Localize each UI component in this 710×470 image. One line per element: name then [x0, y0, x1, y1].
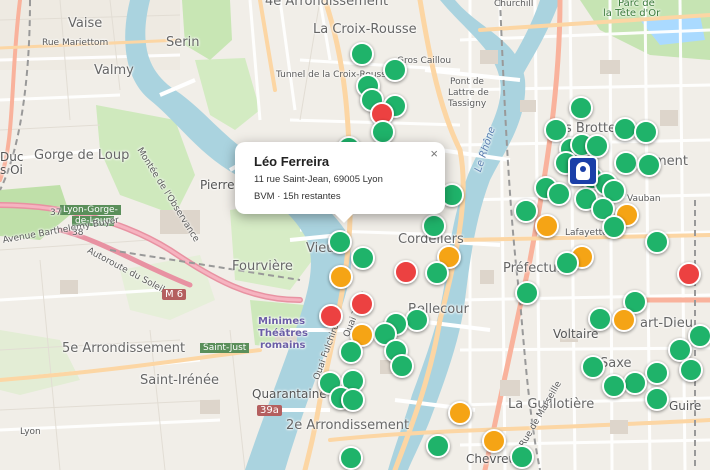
label-serin: Serin	[166, 35, 200, 50]
label-churchill: Churchill	[494, 0, 534, 9]
label-vaise: Vaise	[68, 16, 103, 31]
station-marker-orange[interactable]	[329, 265, 353, 289]
station-marker-green[interactable]	[614, 151, 638, 175]
station-marker-red[interactable]	[394, 260, 418, 284]
label-minimes-3: romains	[260, 340, 306, 351]
label-4e-arrondissement: 4e Arrondissement	[265, 0, 389, 9]
station-marker-green[interactable]	[645, 230, 669, 254]
label-valmy: Valmy	[94, 63, 134, 78]
label-brotteaux: s Brotte	[565, 121, 617, 136]
station-marker-green[interactable]	[425, 261, 449, 285]
station-marker-green[interactable]	[602, 215, 626, 239]
label-vauban: Vauban	[627, 194, 661, 204]
popup-address: 11 rue Saint-Jean, 69005 Lyon	[254, 174, 383, 185]
label-pont-lattre-3: Tassigny	[448, 99, 487, 109]
label-lyon: Lyon	[20, 427, 41, 437]
label-m6: M 6	[162, 289, 187, 300]
station-marker-green[interactable]	[581, 355, 605, 379]
station-marker-green[interactable]	[351, 246, 375, 270]
station-marker-green[interactable]	[350, 42, 374, 66]
station-marker-green[interactable]	[623, 371, 647, 395]
station-marker-orange[interactable]	[482, 429, 506, 453]
station-marker-green[interactable]	[514, 199, 538, 223]
label-pont-lattre-1: Pont de	[450, 77, 484, 87]
label-part-dieu: art-Dieu	[640, 316, 693, 331]
label-duc-2: s Oi	[0, 163, 23, 177]
label-duc-1: Duc	[0, 150, 24, 164]
label-39a: 39a	[257, 405, 282, 416]
station-marker-green[interactable]	[688, 324, 710, 348]
station-marker-red[interactable]	[350, 292, 374, 316]
close-icon[interactable]: ×	[430, 146, 438, 161]
label-parc-tete-or-2: la Tête d'Or	[603, 8, 661, 19]
station-marker-green[interactable]	[383, 58, 407, 82]
label-2e-arrondissement: 2e Arrondissement	[286, 418, 410, 433]
label-pont-lattre-2: Lattre de	[448, 88, 489, 98]
station-marker-green[interactable]	[405, 308, 429, 332]
label-lyon-gorge-de-loup-1: Lyon-Gorge-	[60, 205, 121, 215]
station-marker-green[interactable]	[341, 388, 365, 412]
station-marker-green[interactable]	[547, 182, 571, 206]
station-marker-green[interactable]	[569, 96, 593, 120]
label-38: 38	[72, 228, 84, 238]
station-marker-orange[interactable]	[612, 308, 636, 332]
station-marker-green[interactable]	[422, 214, 446, 238]
label-saint-just: Saint-Just	[200, 343, 250, 353]
station-marker-green[interactable]	[510, 445, 534, 469]
popup-status: BVM · 15h restantes	[254, 191, 341, 202]
label-5e-arrondissement: 5e Arrondissement	[62, 341, 186, 356]
station-marker-orange[interactable]	[535, 214, 559, 238]
station-marker-green[interactable]	[602, 374, 626, 398]
label-gorge-de-loup: Gorge de Loup	[34, 148, 130, 163]
label-voltaire: Voltaire	[553, 327, 599, 341]
popup-name: Léo Ferreira	[254, 154, 330, 169]
label-saint-irenee: Saint-Irénée	[140, 373, 219, 388]
station-marker-green[interactable]	[339, 446, 363, 470]
label-minimes-2: Théâtres	[258, 328, 308, 339]
station-marker-green[interactable]	[679, 358, 703, 382]
station-marker-green[interactable]	[637, 153, 661, 177]
label-la-croix-rousse: La Croix-Rousse	[313, 22, 417, 37]
station-marker-green[interactable]	[645, 387, 669, 411]
label-37: 37	[50, 208, 62, 218]
station-marker-green[interactable]	[371, 120, 395, 144]
station-marker-green[interactable]	[390, 354, 414, 378]
label-quarantaine: Quarantaine	[252, 387, 327, 401]
station-marker-green[interactable]	[426, 434, 450, 458]
station-marker-green[interactable]	[339, 340, 363, 364]
selected-location-marker[interactable]	[568, 156, 598, 186]
label-rue-mariettom: Rue Mariettom	[42, 38, 109, 48]
station-marker-orange[interactable]	[448, 401, 472, 425]
station-marker-red[interactable]	[677, 262, 701, 286]
label-minimes-1: Minimes	[258, 316, 306, 327]
station-marker-green[interactable]	[585, 134, 609, 158]
station-marker-red[interactable]	[319, 304, 343, 328]
station-marker-green[interactable]	[328, 230, 352, 254]
label-fourviere: Fourvière	[232, 259, 293, 274]
station-marker-green[interactable]	[515, 281, 539, 305]
label-pierre: Pierre-	[200, 178, 239, 192]
station-marker-green[interactable]	[555, 251, 579, 275]
map-canvas[interactable]: Vaise Serin Valmy Rue Mariettom 4e Arron…	[0, 0, 710, 470]
station-marker-green[interactable]	[634, 120, 658, 144]
info-popup: Léo Ferreira 11 rue Saint-Jean, 69005 Ly…	[235, 142, 445, 223]
station-marker-green[interactable]	[645, 361, 669, 385]
label-guire: Guire	[669, 399, 702, 413]
person-pin-icon	[576, 162, 590, 180]
station-marker-green[interactable]	[588, 307, 612, 331]
